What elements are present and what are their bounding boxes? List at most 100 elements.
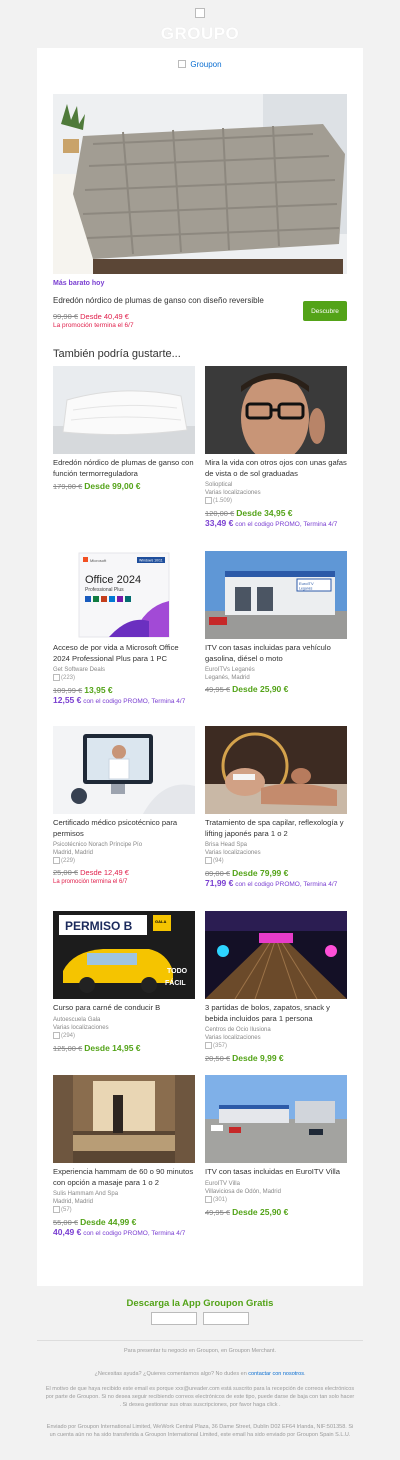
deal-rating: (223) bbox=[53, 674, 195, 683]
deal-location: Varias localizaciones bbox=[205, 1035, 261, 1041]
office-badge-text: Windows 10/11 bbox=[139, 559, 163, 563]
contact-link[interactable]: contactar con nosotros bbox=[248, 1371, 304, 1377]
deal-title[interactable]: Edredón nórdico de plumas de ganso con f… bbox=[53, 458, 195, 479]
deal-card[interactable]: Experiencia hammam de 60 o 90 minutos co… bbox=[53, 1075, 195, 1238]
deal-price-row: 49,95 € Desde 25,90 € bbox=[205, 684, 347, 695]
broken-image-icon bbox=[178, 60, 187, 68]
deal-title[interactable]: Mira la vida con otros ojos con unas gaf… bbox=[205, 458, 347, 479]
hero-deal-title[interactable]: Edredón nórdico de plumas de ganso con d… bbox=[53, 296, 283, 305]
email-body-card: Groupon Más barato hoy Edredón nórdico d… bbox=[37, 48, 363, 1286]
deal-merchant: Psicotécnico Norach Príncipe Pío bbox=[53, 842, 143, 848]
hero-old-price: 99,90 € bbox=[53, 312, 79, 321]
help-note-text: ¿Necesitas ayuda? ¿Quieres comentarnos a… bbox=[94, 1371, 247, 1377]
email-header: GROUPO bbox=[0, 0, 400, 48]
broken-image-icon bbox=[195, 8, 205, 18]
office-subtitle-text: Professional Plus bbox=[85, 587, 124, 593]
deal-rating-count: (57) bbox=[61, 1207, 72, 1214]
rating-stars-icon bbox=[205, 1195, 212, 1203]
rating-stars-icon bbox=[205, 497, 212, 504]
google-play-badge[interactable] bbox=[203, 1312, 250, 1325]
deal-image[interactable]: EuroITV Leganés bbox=[205, 551, 347, 639]
discover-button[interactable]: Descubre bbox=[303, 301, 347, 321]
app-download-heading: Descarga la App Groupon Gratis bbox=[126, 1298, 274, 1309]
deal-image[interactable]: PERMISO B GALA TODO FÁCIL bbox=[53, 911, 195, 999]
itv-sign-text: EuroITV bbox=[299, 581, 314, 586]
deal-title[interactable]: ITV con tasas incluidas en EuroITV Villa bbox=[205, 1167, 347, 1178]
app-store-badge[interactable] bbox=[150, 1312, 197, 1325]
help-note-end: . bbox=[303, 1371, 306, 1377]
deal-image[interactable]: Microsoft Windows 10/11 Office 2024 Prof… bbox=[53, 551, 195, 639]
deal-old-price: 49,95 € bbox=[205, 1207, 231, 1217]
deal-merchant: Sulis Hammam And Spa bbox=[53, 1191, 119, 1197]
deal-card[interactable]: PERMISO B GALA TODO FÁCIL Curso para car… bbox=[53, 911, 195, 1054]
deal-location: Madrid, Madrid bbox=[53, 850, 94, 856]
rating-stars-icon bbox=[53, 1206, 60, 1213]
deal-new-price: Desde 25,90 € bbox=[232, 1206, 289, 1217]
deal-card[interactable]: Microsoft Windows 10/11 Office 2024 Prof… bbox=[53, 551, 195, 706]
hero-new-price: Desde 40,49 € bbox=[80, 312, 129, 321]
recommendations-heading: También podría gustarte... bbox=[53, 348, 181, 360]
deal-image[interactable] bbox=[205, 726, 347, 814]
deal-title[interactable]: Curso para carné de conducir B bbox=[53, 1003, 195, 1014]
deal-merchant: Get Software Deals bbox=[53, 667, 106, 673]
deal-location: Villaviciosa de Odón, Madrid bbox=[205, 1188, 281, 1195]
deal-location: Varias localizaciones bbox=[53, 1024, 109, 1031]
deal-new-price: Desde 25,90 € bbox=[232, 684, 289, 694]
deal-promo: 71,99 € con el codigo PROMO, Termina 4/7 bbox=[205, 879, 347, 889]
deal-rating-count: (357) bbox=[213, 1043, 228, 1050]
deal-price-row: 179,00 € Desde 99,00 € bbox=[53, 481, 195, 492]
gala-badge-text: GALA bbox=[155, 919, 166, 924]
deal-old-price: 89,00 € bbox=[205, 869, 231, 879]
deal-old-price: 120,00 € bbox=[205, 509, 235, 519]
rating-stars-icon bbox=[53, 674, 60, 681]
deal-title[interactable]: Acceso de por vida a Microsoft Office 20… bbox=[53, 643, 195, 664]
deal-image[interactable] bbox=[53, 1075, 195, 1163]
deal-image[interactable] bbox=[53, 726, 195, 814]
deal-promo-price: 40,49 € bbox=[53, 1227, 82, 1238]
hero-price-row: 99,90 € Desde 40,49 € bbox=[53, 312, 129, 321]
groupon-logo[interactable]: Groupon bbox=[37, 60, 363, 69]
deal-rating-count: (1.509) bbox=[213, 498, 233, 505]
deal-image[interactable] bbox=[205, 1075, 347, 1163]
deal-new-price: Desde 44,99 € bbox=[80, 1217, 137, 1228]
deal-old-price: 55,00 € bbox=[53, 1218, 79, 1228]
deal-title[interactable]: Certificado médico psicotécnico para per… bbox=[53, 818, 195, 839]
deal-rating-count: (229) bbox=[61, 858, 76, 865]
hero-expiry-note: La promoción termina el 6/7 bbox=[53, 322, 134, 329]
deal-rating: (229) bbox=[53, 857, 195, 866]
deal-old-price: 49,95 € bbox=[205, 685, 231, 694]
header-logo[interactable]: GROUPO bbox=[0, 8, 400, 44]
deal-merchant: Centros de Ocio Ilusiona bbox=[205, 1027, 271, 1033]
deal-promo-text: con el codigo PROMO, Termina 4/7 bbox=[235, 881, 338, 889]
deal-merchant: Brisa Head Spa bbox=[205, 842, 248, 848]
deal-rating-count: (294) bbox=[61, 1032, 76, 1039]
hero-deal-image[interactable] bbox=[53, 94, 347, 274]
sender-note: Enviado por Groupon International Limite… bbox=[46, 1424, 354, 1438]
deal-location: Leganés, Madrid bbox=[205, 675, 250, 681]
deal-card[interactable]: 3 partidas de bolos, zapatos, snack y be… bbox=[205, 911, 347, 1064]
deal-price-row: 49,95 € Desde 25,90 € bbox=[205, 1207, 347, 1218]
deal-title[interactable]: Tratamiento de spa capilar, reflexología… bbox=[205, 818, 347, 839]
deal-card[interactable]: ITV con tasas incluidas en EuroITV Villa… bbox=[205, 1075, 347, 1218]
rating-stars-icon bbox=[205, 857, 212, 864]
deal-new-price: Desde 99,00 € bbox=[84, 481, 141, 491]
deal-promo-price: 71,99 € bbox=[205, 878, 234, 889]
deal-price-row: 25,00 € Desde 12,49 € bbox=[53, 868, 195, 878]
deal-title[interactable]: 3 partidas de bolos, zapatos, snack y be… bbox=[205, 1003, 347, 1024]
deal-card[interactable]: Certificado médico psicotécnico para per… bbox=[53, 726, 195, 887]
deal-card[interactable]: EuroITV Leganés ITV con tasas incluidas … bbox=[205, 551, 347, 695]
deal-promo: 33,49 € con el codigo PROMO, Termina 4/7 bbox=[205, 519, 347, 529]
deal-image[interactable] bbox=[205, 911, 347, 999]
deal-rating: (294) bbox=[53, 1031, 195, 1041]
deal-image[interactable] bbox=[205, 366, 347, 454]
deal-rating: (357) bbox=[205, 1042, 347, 1051]
deal-card[interactable]: Mira la vida con otros ojos con unas gaf… bbox=[205, 366, 347, 529]
deal-old-price: 179,00 € bbox=[53, 482, 83, 491]
footer-divider bbox=[37, 1340, 363, 1341]
deal-title[interactable]: Experiencia hammam de 60 o 90 minutos co… bbox=[53, 1167, 195, 1188]
deal-card[interactable]: Edredón nórdico de plumas de ganso con f… bbox=[53, 366, 195, 492]
deal-title[interactable]: ITV con tasas incluidas para vehículo ga… bbox=[205, 643, 347, 664]
deal-image[interactable] bbox=[53, 366, 195, 454]
deal-card[interactable]: Tratamiento de spa capilar, reflexología… bbox=[205, 726, 347, 889]
deal-new-price: Desde 9,99 € bbox=[232, 1053, 284, 1064]
